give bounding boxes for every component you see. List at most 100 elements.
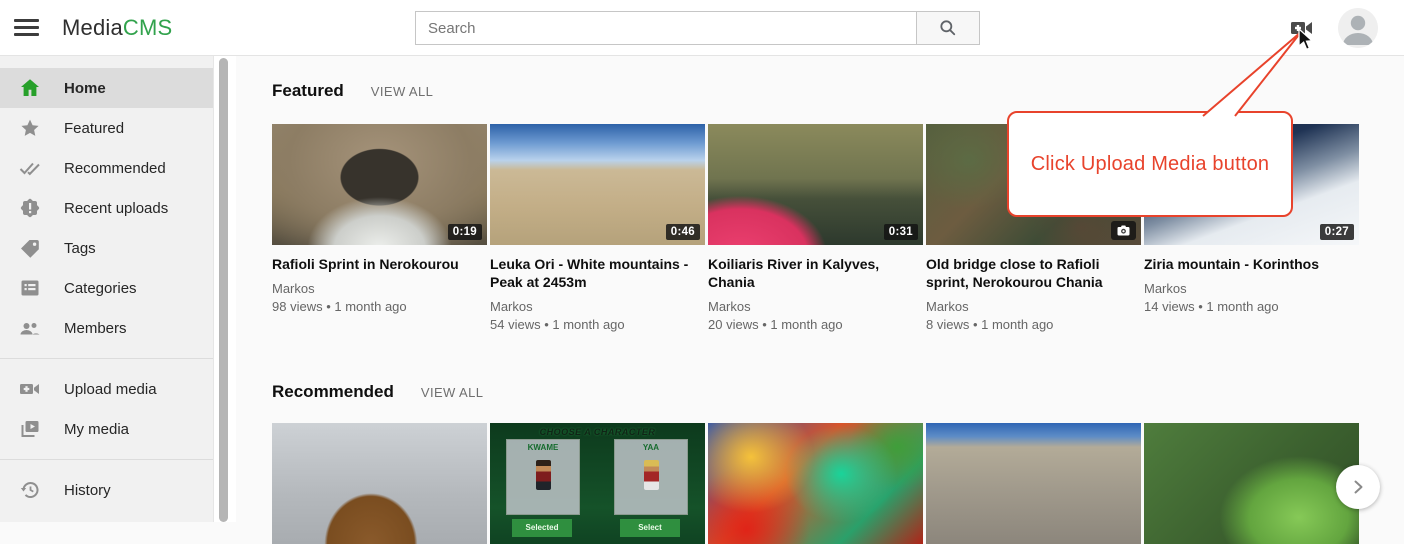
- sidebar-item-members[interactable]: Members: [0, 308, 213, 348]
- video-thumbnail[interactable]: [1144, 423, 1359, 544]
- user-icon: [1338, 35, 1378, 48]
- annotation-arrow: [1195, 24, 1310, 119]
- sidebar-item-categories[interactable]: Categories: [0, 268, 213, 308]
- sidebar-item-label: Members: [64, 320, 127, 337]
- search-input[interactable]: [415, 11, 917, 45]
- recommended-section-header: Recommended VIEW ALL: [272, 382, 483, 402]
- menu-icon[interactable]: [14, 19, 40, 37]
- sidebar-item-recent-uploads[interactable]: Recent uploads: [0, 188, 213, 228]
- media-author[interactable]: Markos: [708, 298, 923, 316]
- avatar[interactable]: [1338, 8, 1378, 48]
- featured-view-all-link[interactable]: VIEW ALL: [371, 84, 433, 99]
- annotation-callout: Click Upload Media button: [1007, 111, 1293, 217]
- tag-icon: [18, 236, 42, 260]
- video-thumbnail[interactable]: 0:31: [708, 124, 923, 245]
- sidebar-item-label: Upload media: [64, 381, 157, 398]
- sidebar-item-label: History: [64, 482, 111, 499]
- featured-title: Featured: [272, 81, 344, 101]
- search-button[interactable]: [917, 11, 980, 45]
- sidebar-scrollbar[interactable]: [219, 58, 228, 522]
- video-thumbnail[interactable]: CHOOSE A CHARACTER KWAME YAA Selected Se…: [490, 423, 705, 544]
- sidebar-item-label: Tags: [64, 240, 96, 257]
- sidebar-divider: [0, 459, 213, 460]
- sidebar-item-label: Home: [64, 80, 106, 97]
- sidebar-item-home[interactable]: Home: [0, 68, 213, 108]
- media-author[interactable]: Markos: [926, 298, 1141, 316]
- sidebar-item-tags[interactable]: Tags: [0, 228, 213, 268]
- done-all-icon: [18, 156, 42, 180]
- video-thumbnail[interactable]: [926, 423, 1141, 544]
- sidebar-item-label: Featured: [64, 120, 124, 137]
- sidebar-divider: [0, 358, 213, 359]
- search-bar: [415, 11, 980, 45]
- search-icon: [938, 18, 958, 38]
- thumb-game-character: [644, 460, 659, 490]
- video-thumbnail[interactable]: 0:46: [490, 124, 705, 245]
- new-releases-icon: [18, 196, 42, 220]
- thumb-game-character: [536, 460, 551, 490]
- media-author[interactable]: Markos: [490, 298, 705, 316]
- chevron-right-icon: [1346, 475, 1370, 499]
- media-card[interactable]: [272, 423, 487, 544]
- sidebar-item-history[interactable]: History: [0, 470, 213, 510]
- thumb-game-panel: YAA: [614, 439, 688, 515]
- duration-badge: 0:46: [666, 224, 700, 240]
- media-meta: 14 views • 1 month ago: [1144, 298, 1359, 316]
- sidebar-item-recommended[interactable]: Recommended: [0, 148, 213, 188]
- media-card[interactable]: 0:46 Leuka Ori - White mountains - Peak …: [490, 124, 705, 334]
- media-title[interactable]: Koiliaris River in Kalyves, Chania: [708, 255, 923, 291]
- sidebar: Home Featured Recommended Recent uploads…: [0, 56, 213, 522]
- sidebar-item-label: Recent uploads: [64, 200, 168, 217]
- top-bar: MediaCMS: [0, 0, 1404, 56]
- featured-section-header: Featured VIEW ALL: [272, 81, 433, 101]
- media-card[interactable]: 0:19 Rafioli Sprint in Nerokourou Markos…: [272, 124, 487, 334]
- cursor-icon: [1297, 28, 1317, 57]
- media-author[interactable]: Markos: [1144, 280, 1359, 298]
- duration-badge: 0:31: [884, 224, 918, 240]
- recommended-title: Recommended: [272, 382, 394, 402]
- star-icon: [18, 116, 42, 140]
- media-card[interactable]: [1144, 423, 1359, 544]
- history-icon: [18, 478, 42, 502]
- thumb-game-panel: KWAME: [506, 439, 580, 515]
- media-meta: 20 views • 1 month ago: [708, 316, 923, 334]
- media-title[interactable]: Rafioli Sprint in Nerokourou: [272, 255, 487, 273]
- media-card[interactable]: [708, 423, 923, 544]
- logo-cms: CMS: [123, 15, 173, 40]
- sidebar-item-featured[interactable]: Featured: [0, 108, 213, 148]
- sidebar-item-label: My media: [64, 421, 129, 438]
- home-icon: [18, 76, 42, 100]
- video-thumbnail[interactable]: [272, 423, 487, 544]
- video-thumbnail[interactable]: [708, 423, 923, 544]
- recommended-view-all-link[interactable]: VIEW ALL: [421, 385, 483, 400]
- sidebar-item-my-media[interactable]: My media: [0, 409, 213, 449]
- thumb-game-char-name: YAA: [615, 443, 687, 452]
- media-author[interactable]: Markos: [272, 280, 487, 298]
- logo-media: Media: [62, 15, 123, 40]
- thumb-game-heading: CHOOSE A CHARACTER: [490, 427, 705, 437]
- video-library-icon: [18, 417, 42, 441]
- media-title[interactable]: Old bridge close to Rafioli sprint, Nero…: [926, 255, 1141, 291]
- sidebar-item-label: Recommended: [64, 160, 166, 177]
- recommended-row: CHOOSE A CHARACTER KWAME YAA Selected Se…: [272, 423, 1359, 544]
- members-icon: [18, 316, 42, 340]
- sidebar-item-upload-media[interactable]: Upload media: [0, 369, 213, 409]
- categories-icon: [18, 276, 42, 300]
- media-meta: 8 views • 1 month ago: [926, 316, 1141, 334]
- media-title[interactable]: Ziria mountain - Korinthos: [1144, 255, 1359, 273]
- video-thumbnail[interactable]: 0:19: [272, 124, 487, 245]
- camera-icon: [1111, 221, 1136, 240]
- media-title[interactable]: Leuka Ori - White mountains - Peak at 24…: [490, 255, 705, 291]
- thumb-game-char-name: KWAME: [507, 443, 579, 452]
- carousel-next-button[interactable]: [1336, 465, 1380, 509]
- duration-badge: 0:27: [1320, 224, 1354, 240]
- upload-media-icon: [18, 377, 42, 401]
- duration-badge: 0:19: [448, 224, 482, 240]
- media-meta: 98 views • 1 month ago: [272, 298, 487, 316]
- media-card[interactable]: [926, 423, 1141, 544]
- media-meta: 54 views • 1 month ago: [490, 316, 705, 334]
- media-card[interactable]: 0:31 Koiliaris River in Kalyves, Chania …: [708, 124, 923, 334]
- media-card[interactable]: CHOOSE A CHARACTER KWAME YAA Selected Se…: [490, 423, 705, 544]
- annotation-text: Click Upload Media button: [1031, 153, 1269, 176]
- app-logo[interactable]: MediaCMS: [62, 0, 172, 56]
